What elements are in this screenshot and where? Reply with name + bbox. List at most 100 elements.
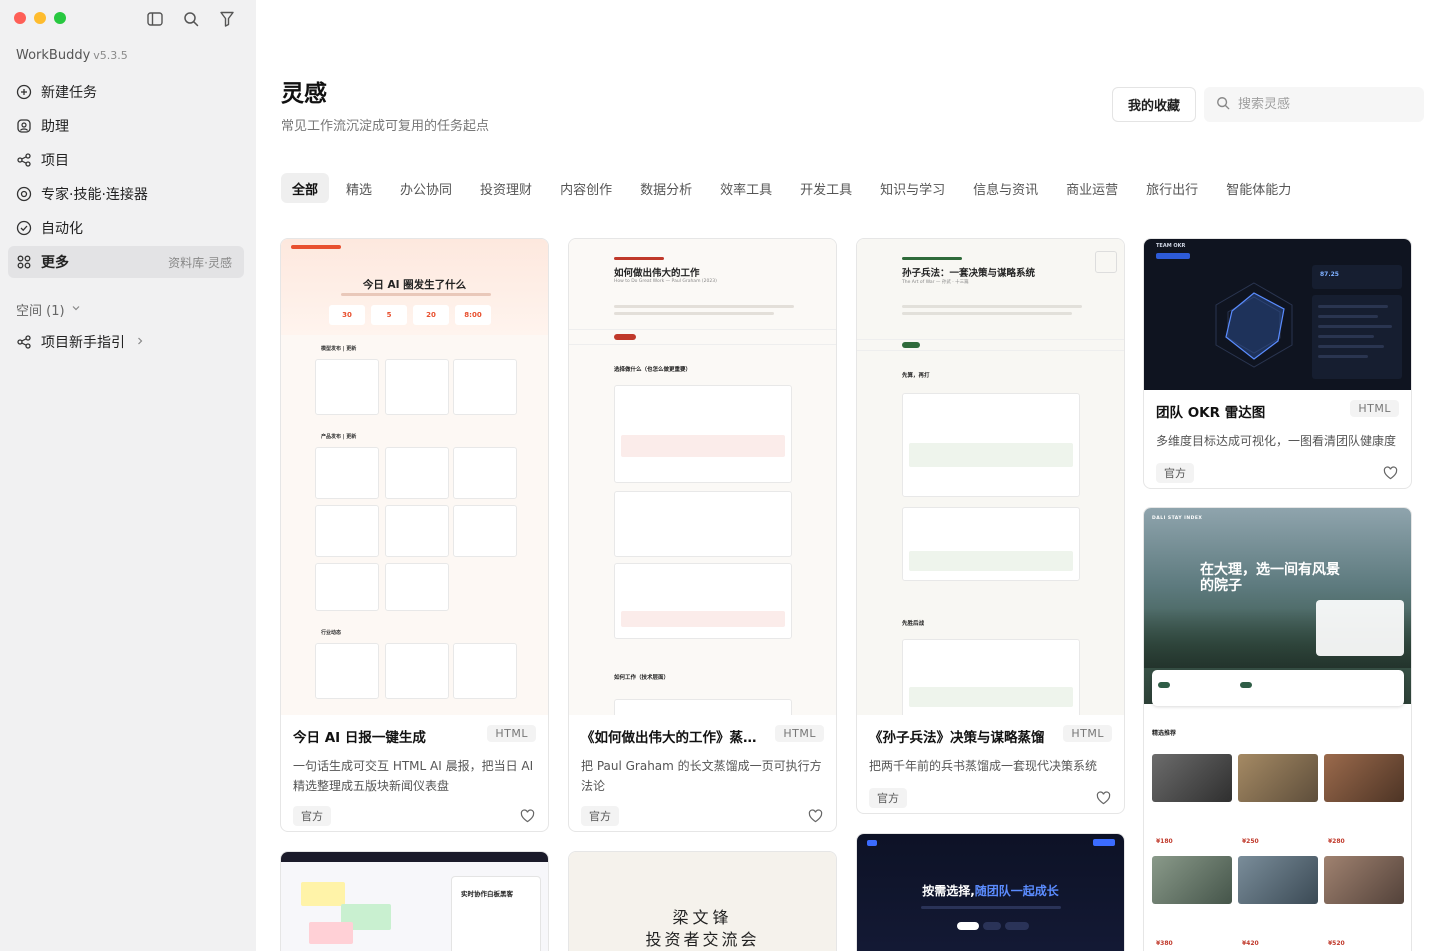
inspiration-card-pricing-growth[interactable]: 按需选择,随团队一起成长 [856,833,1125,951]
inspiration-card-sunzi[interactable]: 孙子兵法：一套决策与谋略系统 The Art of War — 孙武 · 十三篇… [856,238,1125,814]
thumb-heading: 在大理，选一间有风景的院子 [1200,562,1340,594]
app-brand: WorkBuddy v5.3.5 [16,48,128,63]
thumb-label: DALI STAY INDEX [1152,516,1203,521]
tab-dev[interactable]: 开发工具 [789,173,863,203]
sidebar-toolbar [145,9,237,29]
favorite-heart-icon[interactable] [518,807,536,825]
app-version: v5.3.5 [93,49,128,62]
card-thumbnail: 如何做出伟大的工作 How to Do Great Work — Paul Gr… [569,239,836,715]
sidebar-item-label: 自动化 [41,221,83,237]
thumb-heading: 如何做出伟大的工作 [614,268,700,279]
inspiration-card-okr-radar[interactable]: TEAM OKR 87.25 团队 OKR 雷达图 HTML 多维度目标达成可视… [1143,238,1412,489]
card-description: 多维度目标达成可视化，一图看清团队健康度 [1156,434,1397,448]
inspiration-card-ai-daily[interactable]: 今日 AI 圈发生了什么 30 5 20 8:00 模型发布 | 更新 产品发布… [280,238,549,832]
tab-agent[interactable]: 智能体能力 [1215,173,1302,203]
card-thumbnail: 今日 AI 圈发生了什么 30 5 20 8:00 模型发布 | 更新 产品发布… [281,239,548,715]
tab-business[interactable]: 商业运营 [1055,173,1129,203]
official-tag: 官方 [1156,463,1194,483]
thumb-heading: 今日 AI 圈发生了什么 [362,279,467,291]
sidebar-toggle-icon[interactable] [145,9,165,29]
thumb-section: 先算，再打 [902,373,930,379]
card-thumbnail: 孙子兵法：一套决策与谋略系统 The Art of War — 孙武 · 十三篇… [857,239,1124,715]
thumb-heading: 实时协作白板黑客 [461,890,513,898]
thumb-heading-accent: 随团队一起成长 [974,884,1059,898]
tab-all[interactable]: 全部 [281,173,330,203]
favorite-heart-icon[interactable] [1094,789,1112,807]
sidebar-item-sublabel: 资料库·灵感 [168,255,232,270]
price-tag: ¥520 [1328,940,1345,947]
space-section-toggle[interactable]: 空间 (1) [16,300,81,319]
thumb-heading: 孙子兵法：一套决策与谋略系统 [902,268,1036,279]
okr-score: 87.25 [1320,271,1339,278]
plus-circle-icon [16,84,32,100]
sidebar-item-label: 新建任务 [41,85,97,101]
tab-travel[interactable]: 旅行出行 [1135,173,1209,203]
favorite-heart-icon[interactable] [806,807,824,825]
search-input[interactable] [1238,97,1408,112]
thumb-stat: 30 [329,305,365,325]
project-icon [16,152,32,168]
sidebar-item-experts[interactable]: 专家·技能·连接器 [8,178,244,210]
card-thumbnail: TEAM OKR 87.25 [1144,239,1411,390]
sidebar-item-label: 项目新手指引 [41,335,125,351]
thumb-stat: 5 [371,305,407,325]
price-tag: ¥280 [1328,838,1345,845]
sidebar-item-label: 助理 [41,119,69,135]
page-title: 灵感 [281,81,327,107]
search-icon[interactable] [181,9,201,29]
card-thumbnail: DALI STAY INDEX 在大理，选一间有风景的院子 精选推荐 ¥180 … [1144,508,1411,951]
card-thumbnail: 按需选择,随团队一起成长 [857,834,1124,951]
tab-efficiency[interactable]: 效率工具 [709,173,783,203]
sidebar: WorkBuddy v5.3.5 新建任务 助理 项目 专家·技能·连接器 自动化… [0,0,256,951]
sidebar-nav: 新建任务 助理 项目 专家·技能·连接器 自动化 更多 资料库·灵感 [8,76,244,280]
sidebar-item-assistant[interactable]: 助理 [8,110,244,142]
inspiration-card-dali-stay[interactable]: DALI STAY INDEX 在大理，选一间有风景的院子 精选推荐 ¥180 … [1143,507,1412,951]
card-title: 今日 AI 日报一键生成 [293,730,426,746]
tab-investment[interactable]: 投资理财 [469,173,543,203]
tab-news[interactable]: 信息与资讯 [962,173,1049,203]
sidebar-item-more[interactable]: 更多 资料库·灵感 [8,246,244,278]
tab-data[interactable]: 数据分析 [629,173,703,203]
price-tag: ¥180 [1156,838,1173,845]
tab-content[interactable]: 内容创作 [549,173,623,203]
search-icon [1216,95,1230,114]
card-body: 团队 OKR 雷达图 HTML 多维度目标达成可视化，一图看清团队健康度 官方 [1144,390,1411,487]
official-tag: 官方 [869,788,907,808]
price-tag: ¥250 [1242,838,1259,845]
inspiration-card-collab-whiteboard[interactable]: 实时协作白板黑客 [280,851,549,951]
thumb-section: 产品发布 | 更新 [321,434,357,440]
inspiration-card-great-work[interactable]: 如何做出伟大的工作 How to Do Great Work — Paul Gr… [568,238,837,832]
card-body: 《孙子兵法》决策与谋略蒸馏 HTML 把两千年前的兵书蒸馏成一套现代决策系统 官… [857,715,1124,812]
category-tabs: 全部 精选 办公协同 投资理财 内容创作 数据分析 效率工具 开发工具 知识与学… [281,173,1308,203]
maximize-window-button[interactable] [54,12,66,24]
sidebar-item-project[interactable]: 项目 [8,144,244,176]
filter-icon[interactable] [217,9,237,29]
card-description: 一句话生成可交互 HTML AI 晨报，把当日 AI 精选整理成五版块新闻仪表盘 [293,759,534,793]
tab-office[interactable]: 办公协同 [389,173,463,203]
price-tag: ¥420 [1242,940,1259,947]
format-badge: HTML [487,725,536,742]
card-footer: 官方 [1156,459,1399,487]
thumb-heading-part: 按需选择, [922,884,975,898]
card-title: 团队 OKR 雷达图 [1156,405,1266,421]
sidebar-guide: 项目新手指引 [8,326,244,360]
card-thumbnail: 梁文锋 投资者交流会 [569,852,836,951]
sidebar-item-project-guide[interactable]: 项目新手指引 [8,326,244,358]
project-icon [16,334,32,350]
card-footer: 官方 [581,802,824,830]
close-window-button[interactable] [14,12,26,24]
inspiration-card-investor-meeting[interactable]: 梁文锋 投资者交流会 [568,851,837,951]
tab-knowledge[interactable]: 知识与学习 [869,173,956,203]
more-icon [16,254,32,270]
sidebar-item-automation[interactable]: 自动化 [8,212,244,244]
minimize-window-button[interactable] [34,12,46,24]
my-favorites-button[interactable]: 我的收藏 [1112,87,1196,122]
official-tag: 官方 [581,806,619,826]
sidebar-item-new-task[interactable]: 新建任务 [8,76,244,108]
tab-featured[interactable]: 精选 [335,173,383,203]
card-body: 《如何做出伟大的工作》蒸馏… HTML 把 Paul Graham 的长文蒸馏成… [569,715,836,830]
favorite-heart-icon[interactable] [1381,464,1399,482]
card-footer: 官方 [293,802,536,830]
main-content: 灵感 常见工作流沉淀成可复用的任务起点 我的收藏 全部 精选 办公协同 投资理财… [256,0,1438,951]
sidebar-item-label: 项目 [41,153,69,169]
